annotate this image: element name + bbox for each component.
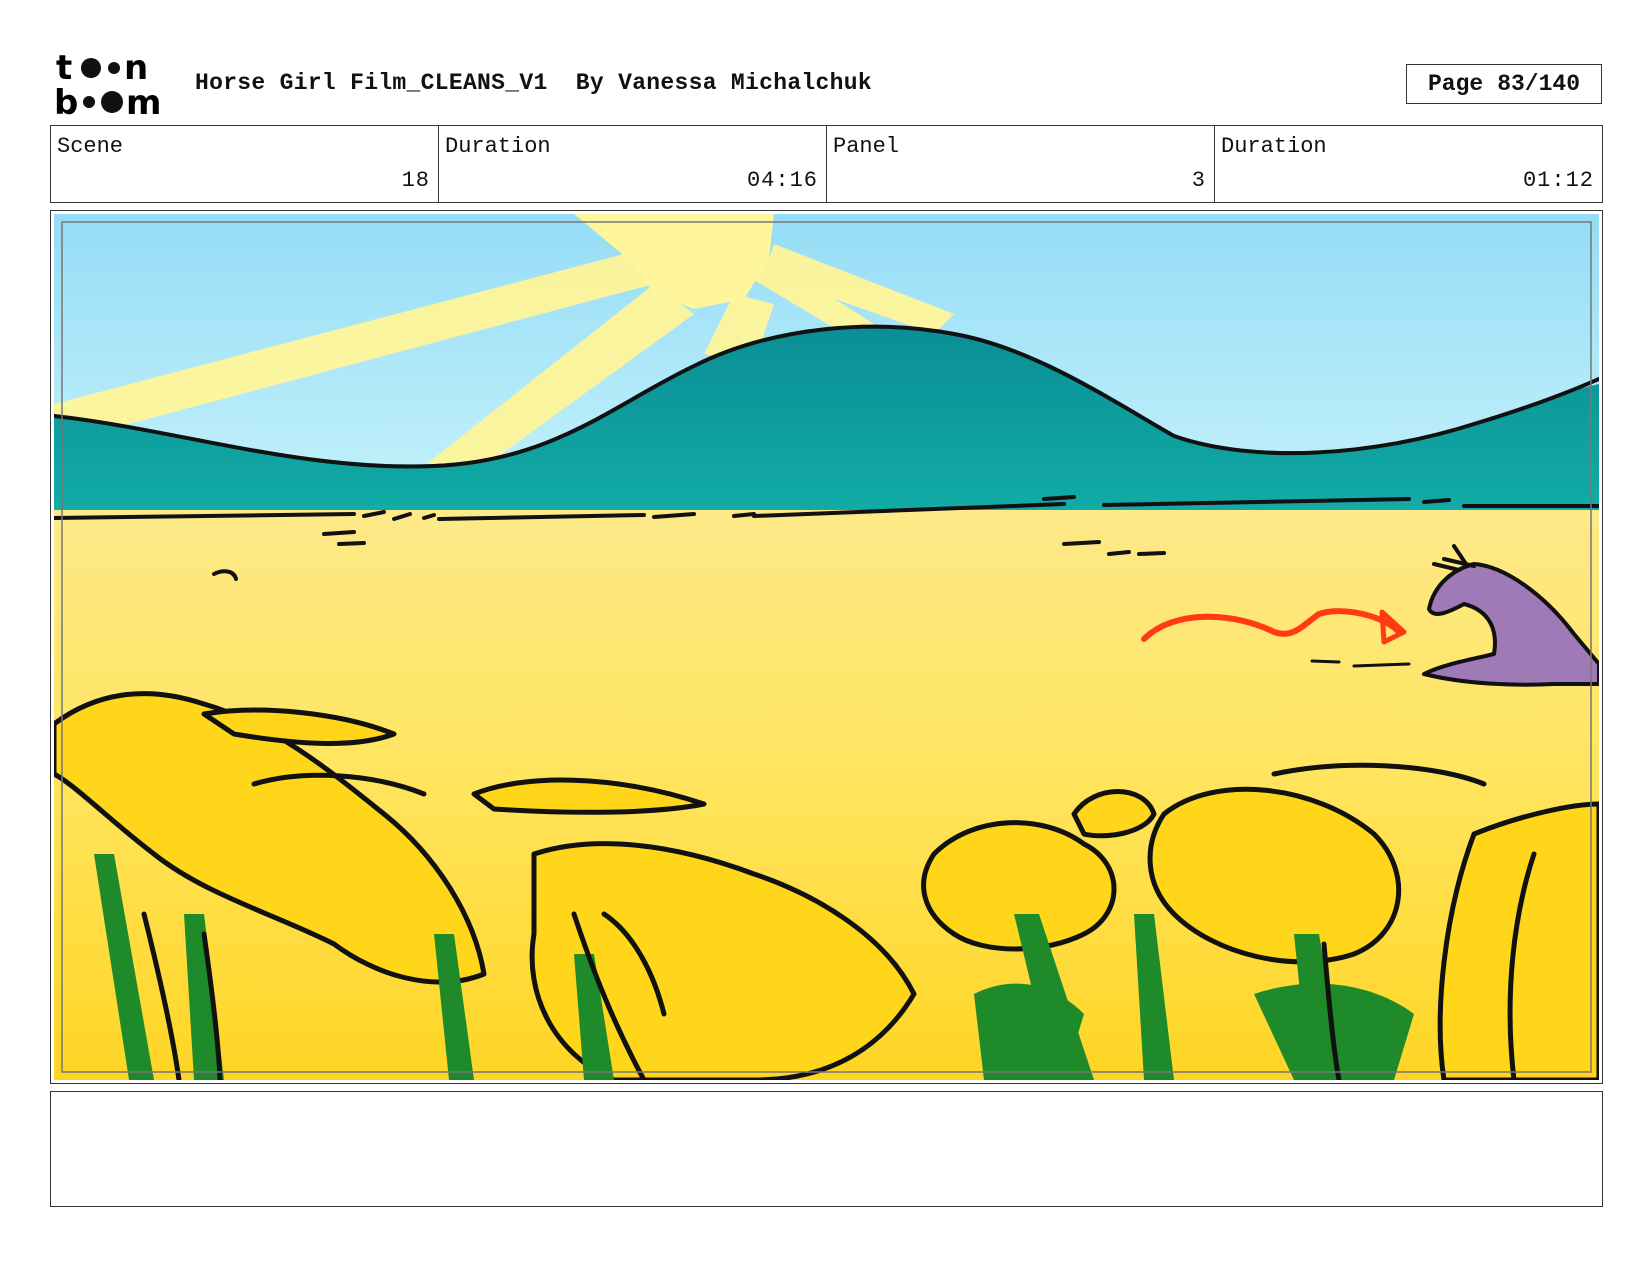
logo-dot xyxy=(101,91,123,113)
scene-duration-label: Duration xyxy=(445,134,551,159)
scene-cell: Scene 18 xyxy=(51,126,439,202)
author-credit: By Vanessa Michalchuk xyxy=(575,70,872,96)
panel-value: 3 xyxy=(1191,168,1206,193)
panel-duration-value: 01:12 xyxy=(1522,168,1594,193)
panel-artwork xyxy=(54,214,1599,1080)
logo-dot xyxy=(81,58,101,78)
page-counter: Page 83/140 xyxy=(1406,64,1602,104)
film-title: Horse Girl Film_CLEANS_V1 xyxy=(195,70,548,96)
scene-value: 18 xyxy=(401,168,430,193)
logo-letter-b: b xyxy=(54,83,78,116)
panel-notes[interactable] xyxy=(50,1091,1603,1207)
logo-dot xyxy=(108,62,120,74)
panel-duration-label: Duration xyxy=(1221,134,1327,159)
page-label: Page xyxy=(1427,71,1484,97)
document-title: Horse Girl Film_CLEANS_V1 By Vanessa Mic… xyxy=(195,70,872,96)
panel-label: Panel xyxy=(833,134,900,159)
page-value: 83/140 xyxy=(1497,71,1581,97)
panel-cell: Panel 3 xyxy=(827,126,1215,202)
logo-letter-m: m xyxy=(126,83,161,116)
scene-duration-cell: Duration 04:16 xyxy=(439,126,827,202)
logo-dot xyxy=(83,96,95,108)
storyboard-panel[interactable] xyxy=(50,210,1603,1084)
scene-label: Scene xyxy=(57,134,124,159)
scene-duration-value: 04:16 xyxy=(746,168,818,193)
panel-duration-cell: Duration 01:12 xyxy=(1215,126,1602,202)
scene-info-row: Scene 18 Duration 04:16 Panel 3 Duration… xyxy=(50,125,1603,203)
toon-boom-logo: t n b m xyxy=(54,52,161,116)
